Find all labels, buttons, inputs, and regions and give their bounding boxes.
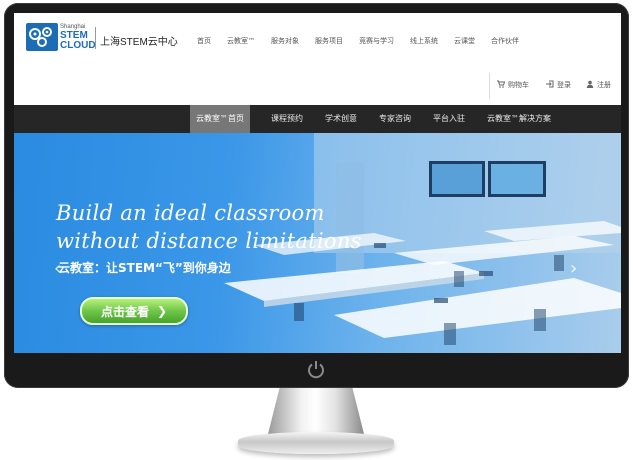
- cart-label: 购物车: [508, 81, 529, 89]
- monitor-frame: Shanghai STEM CLOUD 上海STEM云中心 首页 云教室™ 服务…: [4, 3, 629, 388]
- top-nav-services[interactable]: 服务项目: [315, 36, 343, 46]
- utility-divider: [489, 73, 490, 99]
- top-nav-partners[interactable]: 合作伙伴: [491, 36, 519, 46]
- register-link[interactable]: 注册: [586, 80, 611, 90]
- view-more-button[interactable]: 点击查看 ❯: [80, 297, 188, 325]
- register-label: 注册: [597, 81, 611, 89]
- site-name: 上海STEM云中心: [100, 37, 178, 48]
- top-nav-competition[interactable]: 竞赛与学习: [359, 36, 394, 46]
- main-nav-expert-consult[interactable]: 专家咨询: [379, 105, 411, 133]
- login-link[interactable]: 登录: [546, 80, 571, 90]
- main-nav-academic-ideas[interactable]: 学术创意: [325, 105, 357, 133]
- login-icon: [546, 80, 554, 90]
- power-icon[interactable]: [306, 359, 326, 379]
- monitor-screen: Shanghai STEM CLOUD 上海STEM云中心 首页 云教室™ 服务…: [14, 13, 621, 353]
- login-label: 登录: [557, 81, 571, 89]
- cart-icon: [497, 80, 506, 90]
- main-nav: 云教室™首页 课程预约 学术创意 专家咨询 平台入驻 云教室™解决方案: [14, 105, 621, 133]
- hero-title: Build an ideal classroom without distanc…: [56, 199, 362, 255]
- user-icon: [586, 80, 594, 90]
- top-nav: 首页 云教室™ 服务对象 服务项目 竞赛与学习 线上系统 云课堂 合作伙伴: [197, 36, 519, 46]
- cart-link[interactable]: 购物车: [497, 80, 529, 90]
- monitor-stand-neck: [268, 388, 364, 434]
- hero-subtitle: 云教室：让STEM“飞”到你身边: [58, 261, 231, 275]
- top-nav-audience[interactable]: 服务对象: [271, 36, 299, 46]
- hero-banner: ‹ › Build an ideal classroom without dis…: [14, 133, 621, 353]
- site-header: Shanghai STEM CLOUD 上海STEM云中心 首页 云教室™ 服务…: [14, 13, 621, 105]
- main-nav-cloud-home[interactable]: 云教室™首页: [190, 105, 250, 133]
- logo-divider: [95, 27, 96, 49]
- logo-brand-line2: CLOUD: [60, 40, 96, 51]
- main-nav-platform-join[interactable]: 平台入驻: [433, 105, 465, 133]
- logo-icon[interactable]: [26, 23, 58, 51]
- monitor-stand-base: [238, 432, 394, 454]
- top-nav-cloud-course[interactable]: 云课堂: [454, 36, 475, 46]
- main-nav-course-booking[interactable]: 课程预约: [271, 105, 303, 133]
- carousel-next-arrow[interactable]: ›: [570, 258, 577, 279]
- top-nav-online-system[interactable]: 线上系统: [410, 36, 438, 46]
- chevron-right-icon: ❯: [156, 304, 168, 318]
- main-nav-solutions[interactable]: 云教室™解决方案: [487, 105, 551, 133]
- view-more-label: 点击查看: [100, 304, 149, 319]
- hero-title-line2: without distance limitations: [56, 229, 362, 253]
- top-nav-cloud-classroom[interactable]: 云教室™: [227, 36, 255, 46]
- top-nav-home[interactable]: 首页: [197, 36, 211, 46]
- hero-title-line1: Build an ideal classroom: [56, 201, 325, 225]
- logo-wordmark[interactable]: Shanghai STEM CLOUD: [60, 24, 96, 51]
